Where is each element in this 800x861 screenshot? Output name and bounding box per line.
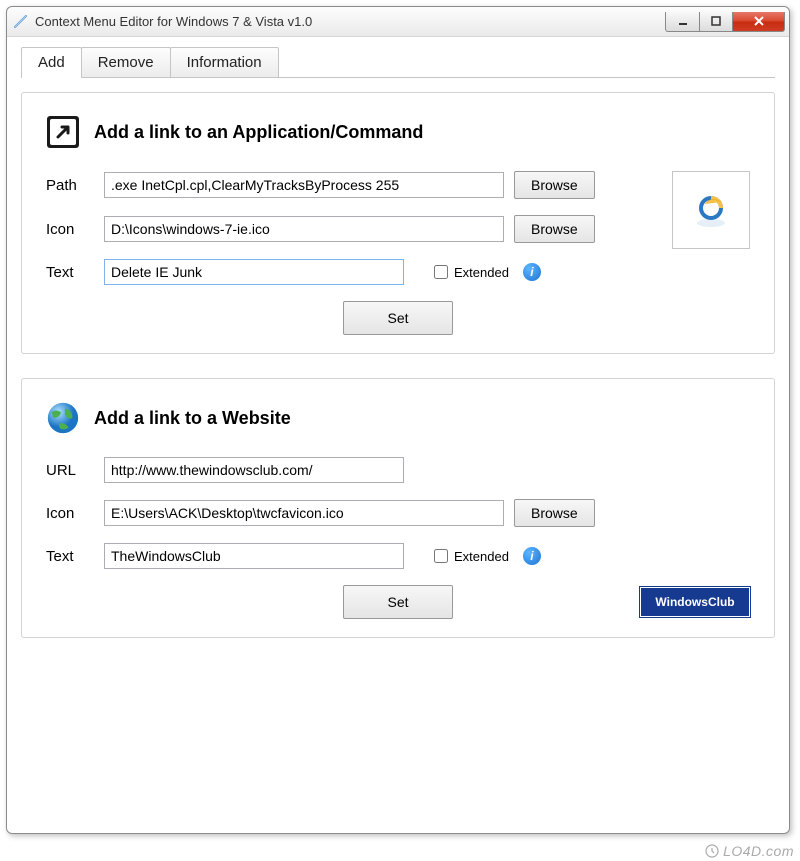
path-browse-button[interactable]: Browse [514,171,595,199]
panel-web-heading: Add a link to a Website [94,408,291,429]
set-button-web[interactable]: Set [343,585,453,619]
app-window: Context Menu Editor for Windows 7 & Vist… [6,6,790,834]
shortcut-icon [46,115,80,149]
maximize-button[interactable] [699,12,733,32]
text-label: Text [46,264,94,281]
info-icon[interactable]: i [523,263,541,281]
set-button-app[interactable]: Set [343,301,453,335]
web-icon-label: Icon [46,505,94,522]
web-icon-browse-button[interactable]: Browse [514,499,595,527]
web-info-icon[interactable]: i [523,547,541,565]
row-path: Path Browse [46,171,650,199]
app-icon [13,14,29,30]
text-input[interactable] [104,259,404,285]
row-web-icon: Icon Browse [46,499,750,527]
icon-preview [672,171,750,249]
tab-information[interactable]: Information [170,47,279,77]
panel-app-heading: Add a link to an Application/Command [94,122,423,143]
globe-icon [46,401,80,435]
tab-add[interactable]: Add [21,47,82,78]
web-text-label: Text [46,548,94,565]
tab-remove[interactable]: Remove [81,47,171,77]
web-text-input[interactable] [104,543,404,569]
extended-checkbox[interactable] [434,265,448,279]
window-title: Context Menu Editor for Windows 7 & Vist… [35,14,665,29]
close-button[interactable] [733,12,785,32]
titlebar[interactable]: Context Menu Editor for Windows 7 & Vist… [7,7,789,37]
windowsclub-badge[interactable]: WindowsClub [640,587,750,617]
panel-website: Add a link to a Website URL Icon Browse … [21,378,775,638]
watermark: LO4D.com [705,843,794,859]
icon-label: Icon [46,221,94,238]
panel-app-command: Add a link to an Application/Command Pat… [21,92,775,354]
minimize-button[interactable] [665,12,699,32]
row-url: URL [46,457,750,483]
url-input[interactable] [104,457,404,483]
panel-app-heading-row: Add a link to an Application/Command [46,115,750,149]
web-extended-checkbox[interactable] [434,549,448,563]
row-icon: Icon Browse [46,215,650,243]
row-text: Text Extended i [46,259,750,285]
path-label: Path [46,177,94,194]
web-extended-label: Extended [454,549,509,564]
web-icon-input[interactable] [104,500,504,526]
window-controls [665,12,785,32]
path-input[interactable] [104,172,504,198]
row-web-text: Text Extended i [46,543,750,569]
icon-input[interactable] [104,216,504,242]
extended-label: Extended [454,265,509,280]
tab-bar: Add Remove Information [21,47,775,78]
panel-web-heading-row: Add a link to a Website [46,401,750,435]
client-area: Add Remove Information Add a link to an … [7,37,789,676]
url-label: URL [46,462,94,479]
icon-browse-button[interactable]: Browse [514,215,595,243]
